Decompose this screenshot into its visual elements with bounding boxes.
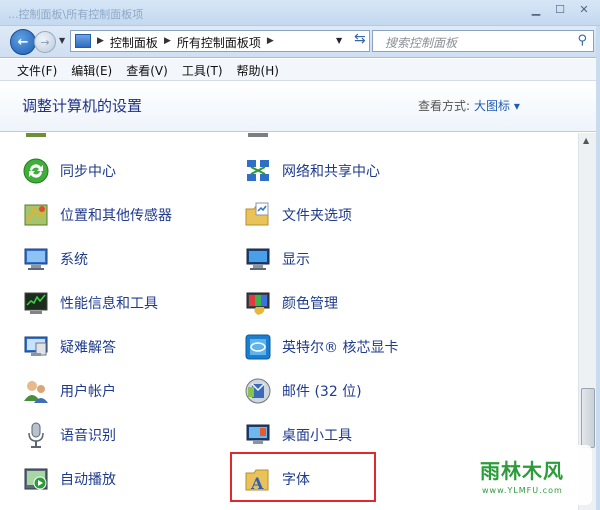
display-icon	[244, 245, 272, 273]
autoplay-icon	[22, 465, 50, 493]
view-by-dropdown[interactable]: 大图标 ▾	[474, 97, 520, 114]
search-input[interactable]: 搜索控制面板 ⚲	[372, 30, 594, 52]
control-panel-item-intel-graphics[interactable]: 英特尔® 核芯显卡	[244, 331, 398, 363]
performance-icon	[22, 289, 50, 317]
control-panel-item-partial-left[interactable]	[22, 133, 60, 145]
control-panel-item-sync-center[interactable]: 同步中心	[22, 155, 116, 187]
search-icon[interactable]: ⚲	[577, 33, 587, 48]
window-title: ...控制面板\所有控制面板项	[8, 8, 144, 21]
control-panel-item-user-accounts[interactable]: 用户帐户	[22, 375, 116, 407]
control-panel-item-location-sensors[interactable]: 位置和其他传感器	[22, 199, 172, 231]
control-panel-item-folder-options[interactable]: 文件夹选项	[244, 199, 352, 231]
breadcrumb-control-panel[interactable]: 控制面板	[110, 34, 158, 51]
item-label[interactable]: 同步中心	[60, 161, 116, 181]
menu-help[interactable]: 帮助(H)	[230, 59, 286, 80]
chevron-right-icon[interactable]: ▶	[164, 34, 171, 51]
control-panel-icon	[75, 34, 91, 48]
desktop-gadgets-icon	[244, 421, 272, 449]
item-label[interactable]: 桌面小工具	[282, 425, 352, 445]
forward-arrow-icon: →	[40, 35, 50, 49]
window-frame-edge	[596, 26, 600, 510]
control-panel-item-display[interactable]: 显示	[244, 243, 310, 275]
menu-edit[interactable]: 编辑(E)	[64, 59, 119, 80]
control-panel-item-troubleshooting[interactable]: 疑难解答	[22, 331, 116, 363]
back-button[interactable]: ←	[10, 29, 36, 55]
back-arrow-icon: ←	[17, 34, 29, 50]
control-panel-item-partial-right[interactable]	[244, 133, 282, 145]
recent-pages-dropdown-icon[interactable]: ▼	[59, 36, 65, 45]
page-title: 调整计算机的设置	[22, 97, 143, 115]
system-icon	[22, 245, 50, 273]
breadcrumb-all-items[interactable]: 所有控制面板项	[177, 34, 261, 51]
item-label[interactable]: 显示	[282, 249, 310, 269]
troubleshooting-icon	[22, 333, 50, 361]
item-label[interactable]: 语音识别	[60, 425, 116, 445]
location-sensors-icon	[22, 201, 50, 229]
item-label[interactable]: 用户帐户	[60, 381, 116, 401]
item-label[interactable]: 颜色管理	[282, 293, 338, 313]
control-panel-item-network-sharing[interactable]: 网络和共享中心	[244, 155, 380, 187]
control-panel-item-color-management[interactable]: 颜色管理	[244, 287, 338, 319]
maximize-icon[interactable]: ☐	[548, 0, 572, 18]
navigation-bar: ← → ▼ ▶ 控制面板 ▶ 所有控制面板项 ▶ ▼ ⇆ 搜索控制面板 ⚲	[0, 26, 600, 58]
partial-item-icon	[244, 133, 272, 143]
color-management-icon	[244, 289, 272, 317]
menu-bar: 文件(F) 编辑(E) 查看(V) 工具(T) 帮助(H)	[0, 59, 600, 81]
search-placeholder: 搜索控制面板	[385, 36, 458, 50]
control-panel-item-mail[interactable]: 邮件 (32 位)	[244, 375, 362, 407]
sync-center-icon	[22, 157, 50, 185]
forward-button[interactable]: →	[34, 31, 56, 53]
control-panel-item-speech-recognition[interactable]: 语音识别	[22, 419, 116, 451]
item-label[interactable]: 位置和其他传感器	[60, 205, 172, 225]
menu-tools[interactable]: 工具(T)	[175, 59, 230, 80]
refresh-icon[interactable]: ⇆	[354, 31, 366, 47]
breadcrumb: ▶ 控制面板 ▶ 所有控制面板项 ▶	[97, 34, 274, 51]
control-panel-item-performance[interactable]: 性能信息和工具	[22, 287, 158, 319]
chevron-right-icon[interactable]: ▶	[267, 34, 274, 51]
address-dropdown-icon[interactable]: ▼	[336, 36, 342, 45]
item-label[interactable]: 系统	[60, 249, 88, 269]
menu-file[interactable]: 文件(F)	[10, 59, 64, 80]
watermark-logo: 雨林木风 www.YLMFU.com	[462, 445, 592, 505]
speech-recognition-icon	[22, 421, 50, 449]
intel-graphics-icon	[244, 333, 272, 361]
partial-item-icon	[22, 133, 50, 143]
control-panel-item-autoplay[interactable]: 自动播放	[22, 463, 116, 495]
address-bar[interactable]: ▶ 控制面板 ▶ 所有控制面板项 ▶	[70, 30, 370, 52]
item-label[interactable]: 邮件 (32 位)	[282, 381, 362, 401]
watermark-text: 雨林木风	[480, 459, 564, 483]
item-label[interactable]: 疑难解答	[60, 337, 116, 357]
user-accounts-icon	[22, 377, 50, 405]
item-label[interactable]: 自动播放	[60, 469, 116, 489]
folder-options-icon	[244, 201, 272, 229]
fonts-highlight-box	[230, 452, 376, 502]
window-controls: ▁ ☐ ✕	[524, 0, 596, 18]
chevron-right-icon[interactable]: ▶	[97, 34, 104, 51]
control-panel-item-system[interactable]: 系统	[22, 243, 88, 275]
title-bar: ...控制面板\所有控制面板项 ▁ ☐ ✕	[0, 0, 600, 26]
view-by-label: 查看方式:	[418, 99, 471, 113]
item-label[interactable]: 网络和共享中心	[282, 161, 380, 181]
menu-view[interactable]: 查看(V)	[119, 59, 175, 80]
scrollbar-thumb[interactable]	[581, 388, 595, 448]
item-label[interactable]: 英特尔® 核芯显卡	[282, 337, 398, 357]
close-icon[interactable]: ✕	[572, 0, 596, 18]
watermark-url: www.YLMFU.com	[482, 486, 563, 495]
mail-icon	[244, 377, 272, 405]
minimize-icon[interactable]: ▁	[524, 0, 548, 18]
scroll-up-icon[interactable]: ▲	[583, 136, 589, 145]
item-label[interactable]: 性能信息和工具	[60, 293, 158, 313]
network-sharing-icon	[244, 157, 272, 185]
control-panel-item-desktop-gadgets[interactable]: 桌面小工具	[244, 419, 352, 451]
item-label[interactable]: 文件夹选项	[282, 205, 352, 225]
content-header: 调整计算机的设置 查看方式: 大图标 ▾	[0, 82, 600, 132]
